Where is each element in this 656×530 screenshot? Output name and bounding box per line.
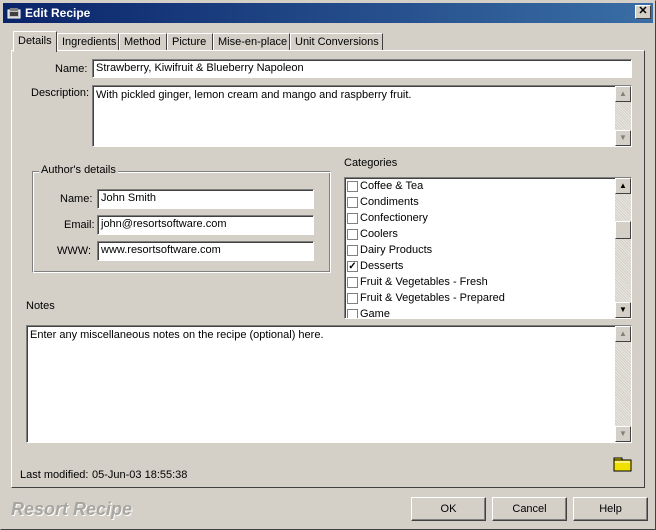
description-scrollbar[interactable]: ▲ ▼	[615, 86, 631, 146]
brand-logo: Resort Recipe	[11, 499, 133, 519]
category-checkbox-checked[interactable]: ✓	[347, 261, 358, 272]
category-checkbox[interactable]	[347, 229, 358, 240]
description-textarea[interactable]: With pickled ginger, lemon cream and man…	[92, 85, 632, 147]
tab-label: Picture	[172, 36, 207, 48]
ok-button[interactable]: OK	[411, 497, 486, 521]
tab-mise-en-place[interactable]: Mise-en-place	[213, 33, 290, 51]
scroll-up-icon: ▲	[619, 89, 627, 98]
tab-ingredients[interactable]: Ingredients	[57, 33, 119, 51]
notes-label: Notes	[26, 300, 55, 312]
tab-method[interactable]: Method	[119, 33, 167, 51]
notes-scrollbar[interactable]: ▲ ▼	[615, 326, 631, 442]
category-checkbox[interactable]	[347, 293, 358, 304]
close-button[interactable]: ✕	[635, 5, 651, 19]
last-modified-value: 05-Jun-03 18:55:38	[92, 469, 188, 481]
scroll-down-button[interactable]: ▼	[615, 302, 631, 318]
scroll-thumb[interactable]	[615, 221, 631, 239]
category-checkbox[interactable]	[347, 245, 358, 256]
category-checkbox[interactable]	[347, 197, 358, 208]
edit-recipe-window: Edit Recipe ✕ Details Ingredients Method…	[0, 0, 656, 530]
open-folder-button[interactable]	[613, 455, 633, 473]
author-group-label: Author's details	[39, 164, 118, 176]
scroll-up-button[interactable]: ▲	[615, 86, 631, 102]
category-checkbox[interactable]	[347, 277, 358, 288]
categories-scrollbar[interactable]: ▲ ▼	[615, 178, 631, 318]
categories-label: Categories	[344, 157, 398, 169]
scroll-down-button[interactable]: ▼	[615, 426, 631, 442]
folder-icon	[613, 457, 632, 472]
tab-label: Details	[18, 35, 52, 47]
title-bar[interactable]: Edit Recipe ✕	[3, 3, 653, 23]
category-label: Dairy Products	[360, 244, 433, 256]
category-checkbox[interactable]	[347, 309, 358, 318]
scroll-down-icon: ▼	[619, 133, 627, 142]
notes-textarea[interactable]: Enter any miscellaneous notes on the rec…	[26, 325, 632, 443]
category-label: Desserts	[360, 260, 404, 272]
name-label: Name:	[55, 63, 88, 75]
author-email-label: Email:	[64, 219, 95, 231]
category-checkbox[interactable]	[347, 213, 358, 224]
scroll-down-button[interactable]: ▼	[615, 130, 631, 146]
scroll-up-icon: ▲	[619, 329, 627, 338]
last-modified-label: Last modified:	[20, 469, 89, 481]
category-label: Fruit & Vegetables - Prepared	[360, 292, 505, 304]
notes-text: Enter any miscellaneous notes on the rec…	[30, 329, 324, 341]
category-label: Condiments	[360, 196, 419, 208]
category-label: Game	[360, 308, 390, 319]
help-button[interactable]: Help	[573, 497, 648, 521]
author-name-label: Name:	[60, 193, 93, 205]
tab-picture[interactable]: Picture	[167, 33, 213, 51]
category-checkbox[interactable]	[347, 181, 358, 192]
tab-details[interactable]: Details	[13, 31, 57, 52]
author-www-label: WWW:	[57, 245, 92, 257]
tab-label: Mise-en-place	[218, 36, 288, 48]
scroll-down-icon: ▼	[619, 305, 627, 314]
category-label: Coolers	[360, 228, 398, 240]
tab-label: Unit Conversions	[295, 36, 379, 48]
cancel-button[interactable]: Cancel	[492, 497, 567, 521]
close-icon: ✕	[638, 5, 648, 17]
author-email-input[interactable]: john@resortsoftware.com	[97, 215, 314, 235]
scroll-up-icon: ▲	[619, 181, 627, 190]
recipe-app-icon	[7, 8, 21, 19]
categories-listbox[interactable]: Coffee & Tea Condiments Confectionery Co…	[344, 177, 632, 319]
author-www-input[interactable]: www.resortsoftware.com	[97, 241, 314, 261]
scroll-down-icon: ▼	[619, 429, 627, 438]
scroll-up-button[interactable]: ▲	[615, 178, 631, 194]
window-title: Edit Recipe	[25, 6, 91, 20]
author-name-input[interactable]: John Smith	[97, 189, 314, 209]
tab-label: Ingredients	[62, 36, 117, 48]
scroll-up-button[interactable]: ▲	[615, 326, 631, 342]
tab-label: Method	[124, 36, 161, 48]
description-text: With pickled ginger, lemon cream and man…	[96, 89, 412, 101]
recipe-name-input[interactable]: Strawberry, Kiwifruit & Blueberry Napole…	[92, 59, 632, 78]
category-label: Fruit & Vegetables - Fresh	[360, 276, 488, 288]
check-icon: ✓	[348, 261, 357, 272]
tab-unit-conversions[interactable]: Unit Conversions	[290, 33, 383, 51]
category-label: Confectionery	[360, 212, 428, 224]
category-label: Coffee & Tea	[360, 180, 424, 192]
description-label: Description:	[31, 87, 90, 99]
